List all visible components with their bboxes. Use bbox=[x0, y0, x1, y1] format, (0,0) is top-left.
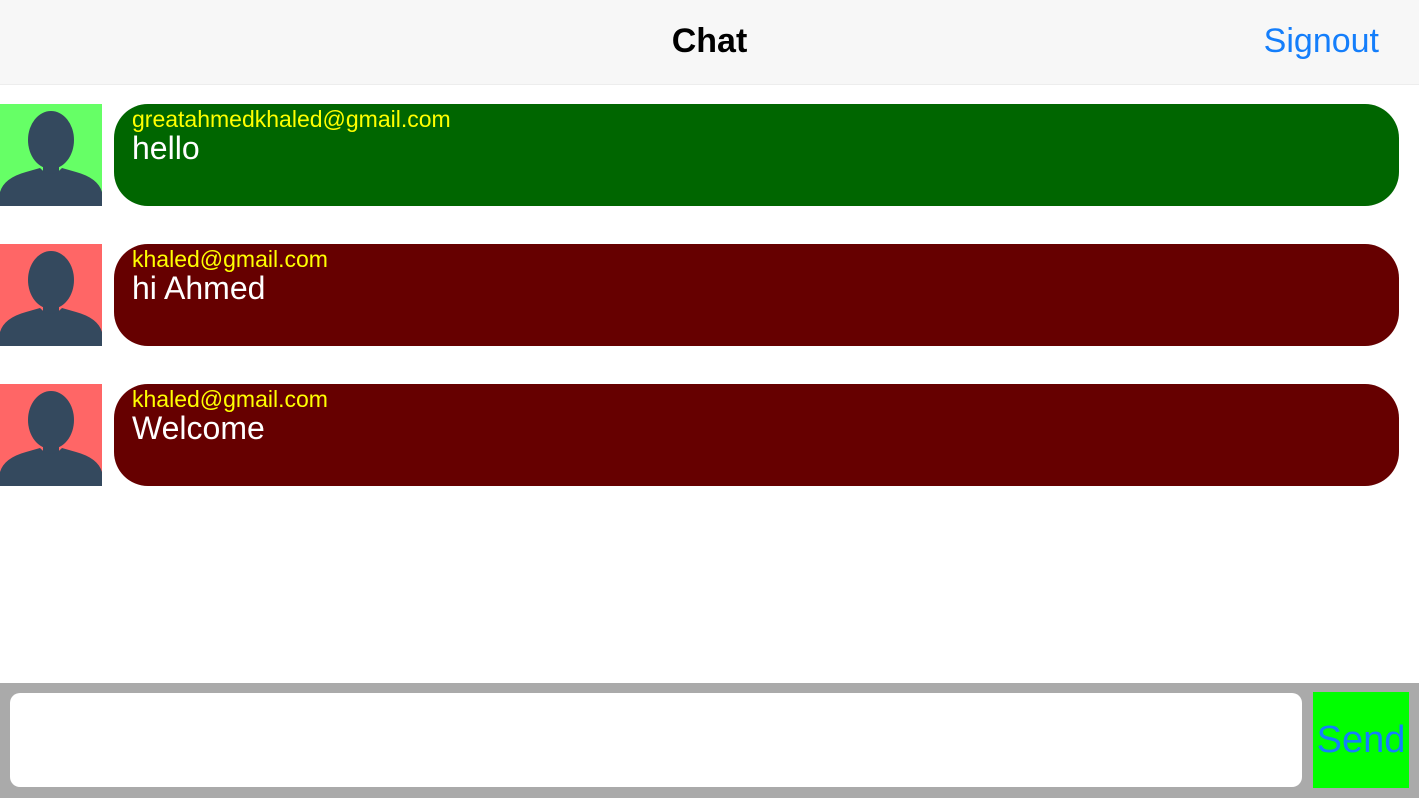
avatar bbox=[0, 384, 102, 486]
person-silhouette-icon bbox=[0, 384, 102, 486]
message-text: Welcome bbox=[132, 410, 265, 446]
message-text: hello bbox=[132, 130, 200, 166]
sender-email: greatahmedkhaled@gmail.com bbox=[132, 106, 451, 132]
page-title: Chat bbox=[671, 22, 748, 60]
message-bubble: khaled@gmail.com Welcome bbox=[114, 384, 1399, 486]
message-list: greatahmedkhaled@gmail.com hello khaled@… bbox=[0, 104, 1419, 524]
send-button[interactable]: Send bbox=[1313, 692, 1409, 788]
message-composer: Send bbox=[0, 683, 1419, 798]
person-silhouette-icon bbox=[0, 104, 102, 206]
message-text: hi Ahmed bbox=[132, 270, 266, 306]
chat-screen: Chat Signout greatahmedkhaled@gmail.com … bbox=[0, 0, 1419, 798]
sender-email: khaled@gmail.com bbox=[132, 386, 328, 412]
sender-email: khaled@gmail.com bbox=[132, 246, 328, 272]
avatar bbox=[0, 244, 102, 346]
message-row: khaled@gmail.com hi Ahmed bbox=[0, 244, 1419, 346]
signout-button[interactable]: Signout bbox=[1264, 22, 1379, 61]
message-input[interactable] bbox=[10, 693, 1302, 787]
message-bubble: khaled@gmail.com hi Ahmed bbox=[114, 244, 1399, 346]
message-bubble: greatahmedkhaled@gmail.com hello bbox=[114, 104, 1399, 206]
avatar bbox=[0, 104, 102, 206]
message-row: khaled@gmail.com Welcome bbox=[0, 384, 1419, 486]
person-silhouette-icon bbox=[0, 244, 102, 346]
navigation-bar: Chat Signout bbox=[0, 0, 1419, 85]
message-row: greatahmedkhaled@gmail.com hello bbox=[0, 104, 1419, 206]
